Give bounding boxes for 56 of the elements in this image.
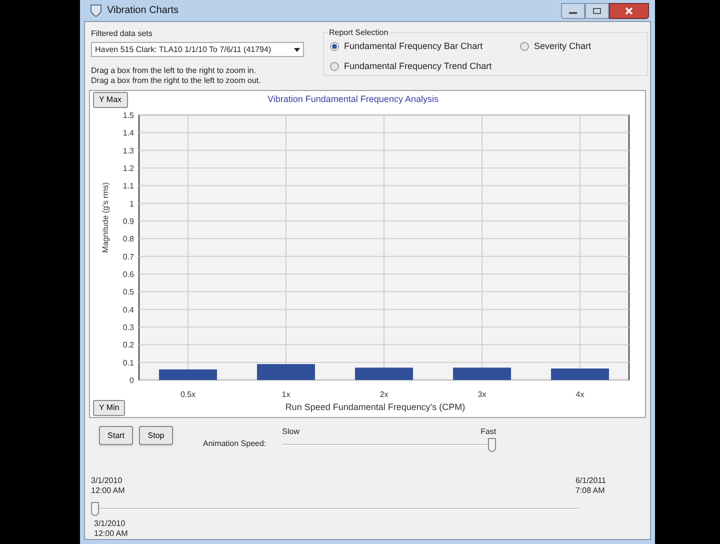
y-tick-label: 0.4 (122, 305, 134, 314)
y-tick-label: 0.2 (122, 340, 134, 350)
y-tick-label: 0.3 (122, 323, 134, 332)
animation-button[interactable]: Start (99, 426, 133, 445)
animation-button[interactable]: Stop (139, 426, 173, 445)
y-tick-label: 0.8 (122, 234, 134, 244)
x-tick-label: 4x (576, 390, 584, 399)
radio-button[interactable] (520, 42, 529, 52)
y-tick-label: 1.1 (122, 182, 134, 191)
y-tick-label: 0.1 (122, 358, 134, 368)
y-tick-label: 0.6 (122, 270, 134, 279)
chart-title: Vibration Fundamental Frequency Analysis (268, 93, 438, 106)
close-button[interactable] (609, 2, 649, 18)
start-date-label: 3/1/2010 12:00 AM (91, 476, 125, 496)
radio-button[interactable] (330, 42, 339, 52)
y-tick-label: 0.7 (122, 252, 134, 262)
x-tick-label: 2x (380, 390, 388, 399)
y-max-button[interactable]: Y Max (93, 92, 128, 108)
slow-label: Slow (282, 426, 300, 438)
timeline-slider[interactable] (91, 502, 579, 516)
close-icon (625, 6, 633, 14)
y-tick-label: 0.5 (122, 288, 134, 297)
animation-speed-label: Animation Speed: (203, 438, 266, 450)
shield-icon (90, 4, 102, 17)
y-min-button[interactable]: Y Min (93, 400, 126, 416)
x-tick-label: 1x (282, 390, 290, 399)
slider-thumb[interactable] (488, 438, 496, 452)
group-title: Report Selection (328, 27, 390, 39)
fast-label: Fast (480, 426, 496, 438)
y-tick-label: 0 (130, 376, 134, 385)
radio-button[interactable] (330, 62, 339, 71)
y-tick-label: 1.5 (122, 111, 134, 120)
radio-option[interactable]: Fundamental Frequency Bar Chart (330, 40, 520, 54)
hint-text: Drag a box from the right to the left to zoom out. (91, 76, 262, 86)
animation-speed-slider[interactable] (282, 438, 496, 452)
window-title: Vibration Charts (107, 4, 179, 18)
y-axis-title: Magnitude (g's rms) (101, 182, 110, 253)
minimize-button[interactable] (561, 2, 585, 18)
radio-option[interactable]: Severity Chart (520, 40, 647, 54)
data-set-dropdown[interactable]: Haven 515 Clark: TLA10 1/1/10 To 7/6/11 (41794) (91, 42, 304, 57)
x-axis-title: Run Speed Fundamental Frequency's (CPM) (285, 401, 466, 414)
radio-option[interactable]: Fundamental Frequency Trend Chart (330, 60, 520, 73)
x-tick-label: 3x (478, 390, 486, 399)
y-tick-label: 1.4 (122, 128, 134, 138)
hint-text: Drag a box from the left to the right to zoom in. (91, 66, 257, 76)
y-tick-label: 1 (130, 199, 134, 208)
y-tick-label: 1.2 (122, 164, 134, 173)
y-tick-label: 0.9 (122, 217, 134, 226)
maximize-button[interactable] (585, 2, 609, 18)
slider-thumb[interactable] (91, 502, 99, 516)
y-tick-label: 1.3 (122, 146, 134, 156)
current-date-label: 3/1/2010 12:00 AM (94, 519, 129, 539)
end-date-label: 6/1/2011 7:08 AM (575, 476, 606, 496)
dropdown-caret-icon (294, 48, 300, 52)
field-label: Filtered data sets (91, 28, 154, 40)
x-tick-label: 0.5x (180, 390, 196, 399)
